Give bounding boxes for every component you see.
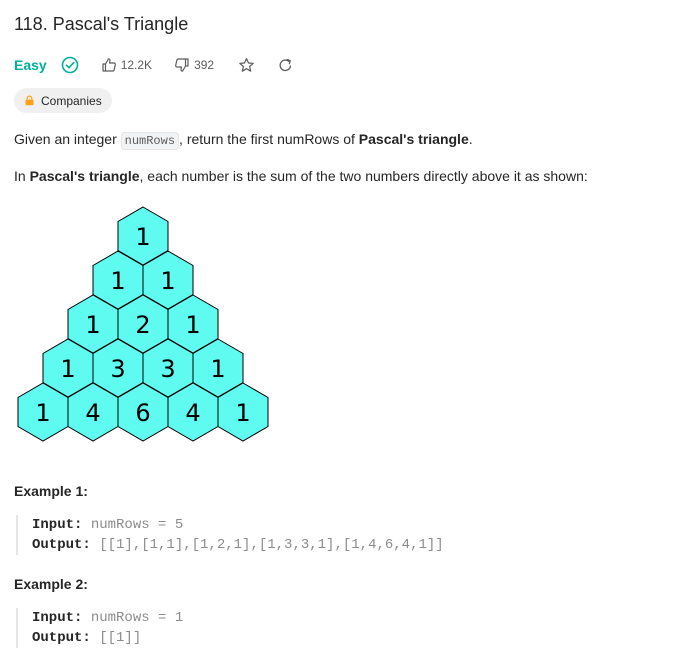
example-2-block: Input: numRows = 1 Output: [[1]]: [16, 608, 183, 648]
triangle-cell-value: 4: [85, 399, 100, 427]
output-label: Output:: [32, 630, 91, 646]
triangle-cell-value: 2: [135, 311, 150, 339]
triangle-cell-value: 3: [110, 355, 125, 383]
input-value: numRows = 1: [90, 610, 184, 626]
input-value: numRows = 5: [90, 517, 184, 533]
triangle-cell-value: 1: [35, 399, 50, 427]
example-1-block: Input: numRows = 5 Output: [[1],[1,1],[1…: [16, 515, 444, 555]
triangle-cell-value: 1: [110, 267, 125, 295]
output-value: [[1]]: [99, 630, 142, 646]
input-label: Input:: [32, 517, 83, 533]
triangle-cell-value: 1: [85, 311, 100, 339]
triangle-cell-value: 1: [60, 355, 75, 383]
triangle-cell-value: 4: [185, 399, 200, 427]
triangle-cell-value: 1: [160, 267, 175, 295]
pascal-triangle-diagram: 11 11 2 11 3 3 11 4 6 4 1: [17, 206, 269, 442]
triangle-cell-value: 1: [185, 311, 200, 339]
triangle-cell-value: 1: [135, 223, 150, 251]
triangle-cell-value: 3: [160, 355, 175, 383]
triangle-cell-value: 1: [235, 399, 250, 427]
output-value: [[1],[1,1],[1,2,1],[1,3,3,1],[1,4,6,4,1]…: [99, 537, 444, 553]
input-label: Input:: [32, 610, 83, 626]
triangle-cell-value: 6: [135, 399, 150, 427]
example-1-title: Example 1:: [14, 483, 88, 499]
output-label: Output:: [32, 537, 91, 553]
triangle-cell-value: 1: [210, 355, 225, 383]
example-2-title: Example 2:: [14, 576, 88, 592]
